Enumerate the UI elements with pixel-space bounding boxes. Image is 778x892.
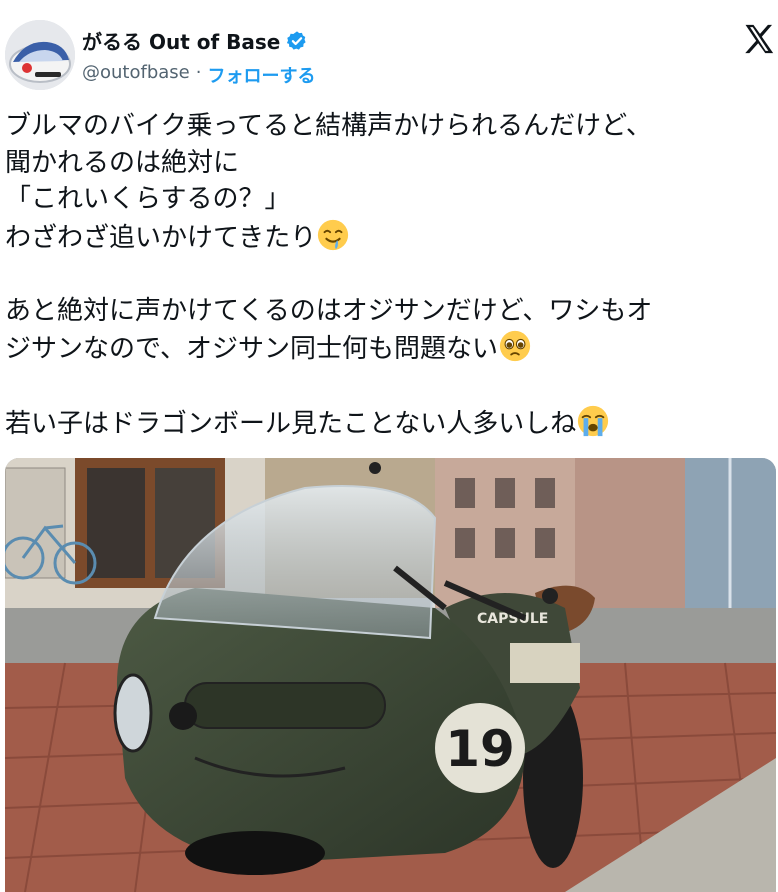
author-display-name[interactable]: がるる Out of Base: [82, 26, 280, 55]
tweet-line: 聞かれるのは絶対に: [5, 147, 240, 178]
motorcycle-photo: CAPSULE 19: [5, 458, 776, 892]
author-handle[interactable]: @outofbase: [82, 62, 190, 88]
verified-badge-icon: [287, 30, 306, 50]
follow-button[interactable]: フォローする: [207, 62, 315, 88]
drooling-face-emoji: [318, 219, 349, 250]
avatar-image: [5, 20, 75, 90]
tweet-line: 若い子はドラゴンボール見たことない人多いしね: [5, 409, 577, 439]
tweet-photo[interactable]: CAPSULE 19: [5, 458, 776, 892]
bike-number: 19: [445, 720, 515, 778]
author-handle-row: @outofbase · フォローする: [82, 62, 315, 88]
tweet-line: ブルマのバイク乗ってると結構声かけられるんだけど、: [5, 111, 652, 141]
handle-separator: ·: [195, 62, 202, 83]
tweet-card: がるる Out of Base @outofbase · フォローする ブルマの…: [0, 0, 778, 892]
avatar[interactable]: [5, 20, 75, 90]
tweet-line: ジサンなので、オジサン同士何も問題ない: [5, 334, 498, 364]
loudly-crying-face-emoji: [578, 405, 609, 437]
pleading-face-emoji: [499, 330, 531, 362]
tweet-line: 「これいくらするの？」: [5, 184, 291, 214]
tweet-line: あと絶対に声かけてくるのはオジサンだけど、ワシもオ: [5, 295, 653, 326]
tweet-text: ブルマのバイク乗ってると結構声かけられるんだけど、 聞かれるのは絶対に 「これい…: [5, 108, 775, 443]
x-logo-icon[interactable]: [742, 22, 776, 56]
author-name-row[interactable]: がるる Out of Base: [82, 26, 308, 55]
tweet-line: わざわざ追いかけてきたり: [5, 222, 317, 253]
